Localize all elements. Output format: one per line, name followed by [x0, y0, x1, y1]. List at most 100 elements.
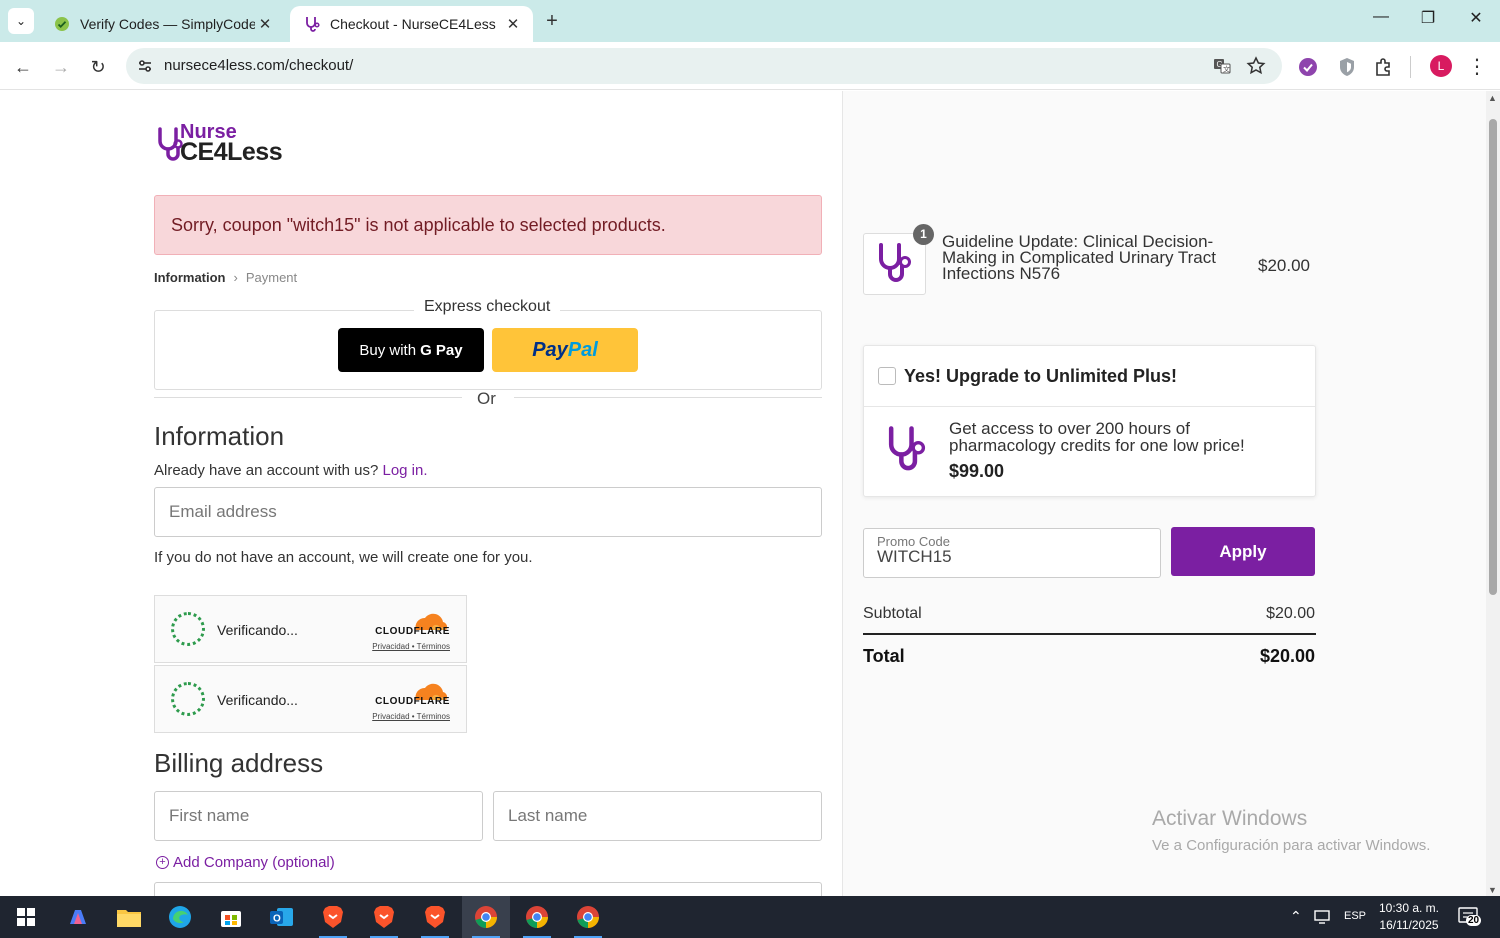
quantity-badge: 1	[913, 224, 934, 245]
tray-chevron-up-icon[interactable]: ⌃	[1290, 908, 1302, 925]
browser-menu-icon[interactable]: ⋮	[1466, 56, 1488, 78]
scrollbar-thumb[interactable]	[1489, 119, 1497, 595]
scroll-down-icon[interactable]: ▼	[1488, 885, 1497, 895]
paypal-button[interactable]: Pay Pal	[492, 328, 638, 372]
svg-text:O: O	[273, 914, 281, 925]
express-checkout-box	[154, 310, 822, 390]
new-tab-button[interactable]: +	[540, 10, 564, 33]
tab-search-menu-icon[interactable]: ⌄	[8, 8, 34, 34]
stethoscope-favicon-icon	[306, 17, 320, 32]
upsell-price: $99.00	[949, 461, 1005, 481]
cloudflare-turnstile[interactable]: Verificando... CLOUDFLARE Privacidad • T…	[154, 665, 467, 733]
chrome-icon[interactable]	[564, 896, 612, 938]
toolbar-divider	[1410, 56, 1411, 78]
extensions-puzzle-icon[interactable]	[1373, 56, 1395, 78]
spinner-icon	[171, 682, 205, 716]
site-info-icon[interactable]	[136, 57, 154, 75]
translate-icon[interactable]: G文	[1212, 56, 1232, 76]
language-indicator[interactable]: ESP	[1344, 910, 1366, 922]
back-icon[interactable]: ←	[10, 54, 36, 80]
browser-toolbar: ← → ↻ nursece4less.com/checkout/ G文 ⋮	[0, 42, 1500, 90]
cloudflare-links[interactable]: Privacidad • Términos	[372, 642, 450, 651]
outlook-icon[interactable]: O	[258, 896, 306, 938]
subtotal-label: Subtotal	[863, 605, 922, 622]
scroll-up-icon[interactable]: ▲	[1488, 93, 1497, 103]
cloudflare-turnstile[interactable]: Verificando... CLOUDFLARE Privacidad • T…	[154, 595, 467, 663]
upgrade-checkbox[interactable]	[878, 367, 896, 385]
product-price: $20.00	[1258, 256, 1310, 275]
clock-date: 16/11/2025	[1379, 918, 1439, 932]
simplycodes-favicon-icon	[55, 17, 69, 31]
taskbar-clock[interactable]: 10:30 a. m. 16/11/2025	[1376, 900, 1442, 934]
tab-close-icon[interactable]: ✕	[255, 15, 275, 33]
file-explorer-icon[interactable]	[105, 896, 153, 938]
tab-title: Verify Codes — SimplyCodes	[80, 16, 255, 32]
stethoscope-icon	[888, 426, 926, 471]
edge-icon[interactable]	[156, 896, 204, 938]
watermark-subtitle: Ve a Configuración para activar Windows.	[1152, 837, 1431, 854]
forward-icon[interactable]: →	[48, 54, 74, 80]
address-field[interactable]	[154, 882, 822, 896]
checkout-page: Nurse CE4Less Sorry, coupon "witch15" is…	[0, 91, 1486, 896]
express-checkout-title: Express checkout	[414, 298, 561, 316]
upsell-card: Yes! Upgrade to Unlimited Plus! Get acce…	[863, 345, 1316, 497]
email-field[interactable]: Email address	[154, 487, 822, 537]
page-scrollbar[interactable]: ▲ ▼	[1486, 91, 1500, 896]
gpay-logo-text: G Pay	[420, 341, 463, 359]
stethoscope-icon	[878, 243, 911, 282]
apply-button[interactable]: Apply	[1171, 527, 1315, 576]
information-heading: Information	[154, 421, 285, 451]
subtotal-value: $20.00	[1266, 605, 1315, 622]
breadcrumb-payment: Payment	[245, 270, 298, 285]
microsoft-store-icon[interactable]	[207, 896, 255, 938]
simplycodes-extension-icon[interactable]	[1297, 56, 1319, 78]
or-text: Or	[477, 389, 496, 408]
first-name-field[interactable]: First name	[154, 791, 483, 841]
promo-code-value: WITCH15	[877, 547, 952, 566]
summary-divider	[863, 633, 1316, 635]
paypal-logo-pal: Pal	[567, 338, 598, 361]
brave-browser-icon[interactable]	[411, 896, 459, 938]
login-link[interactable]: Log in.	[382, 462, 427, 479]
upsell-description: Get access to over 200 hours of pharmaco…	[949, 419, 1245, 455]
cloudflare-links[interactable]: Privacidad • Términos	[372, 712, 450, 721]
notification-count: 20	[1466, 915, 1482, 926]
google-pay-button[interactable]: Buy with G Pay	[338, 328, 484, 372]
login-prompt-text: Already have an account with us?	[154, 462, 379, 479]
subtotal-row: Subtotal $20.00	[863, 605, 1315, 623]
clock-time: 10:30 a. m.	[1378, 901, 1440, 915]
cloudflare-brand: CLOUDFLARE	[375, 626, 450, 637]
paypal-logo-pay: Pay	[532, 338, 568, 361]
minimize-icon[interactable]: —	[1366, 8, 1396, 26]
chevron-right-icon: ›	[233, 270, 238, 285]
site-logo[interactable]: Nurse CE4Less	[156, 121, 296, 167]
brave-browser-icon[interactable]	[309, 896, 357, 938]
total-value: $20.00	[1259, 646, 1315, 666]
notification-center-icon[interactable]: 20	[1458, 907, 1482, 927]
tab-verify-codes[interactable]: Verify Codes — SimplyCodes ✕	[40, 6, 285, 42]
tab-checkout[interactable]: Checkout - NurseCE4Less ✕	[290, 6, 533, 42]
bookmark-star-icon[interactable]	[1246, 56, 1266, 76]
spinner-icon	[171, 612, 205, 646]
add-company-link[interactable]: + Add Company (optional)	[156, 854, 335, 871]
tab-close-icon[interactable]: ✕	[503, 15, 523, 33]
upgrade-checkbox-label[interactable]: Yes! Upgrade to Unlimited Plus!	[904, 366, 1177, 387]
last-name-field[interactable]: Last name	[493, 791, 822, 841]
chrome-icon[interactable]	[462, 896, 510, 938]
breadcrumb: Information › Payment	[154, 270, 297, 285]
chrome-icon[interactable]	[513, 896, 561, 938]
brave-browser-icon[interactable]	[360, 896, 408, 938]
copilot-icon[interactable]	[54, 896, 102, 938]
network-icon[interactable]	[1313, 909, 1333, 925]
close-window-icon[interactable]: ✕	[1461, 8, 1491, 28]
tab-title: Checkout - NurseCE4Less	[330, 16, 496, 32]
browser-tabbar: ⌄ Verify Codes — SimplyCodes ✕ Checkout …	[0, 0, 1500, 42]
shield-extension-icon[interactable]	[1336, 56, 1358, 78]
reload-icon[interactable]: ↻	[85, 54, 111, 80]
restore-icon[interactable]: ❐	[1413, 8, 1443, 28]
promo-code-input[interactable]: Promo Code WITCH15	[863, 528, 1161, 578]
start-menu-icon[interactable]	[2, 896, 50, 938]
profile-avatar[interactable]: L	[1430, 55, 1452, 77]
breadcrumb-information[interactable]: Information	[154, 270, 226, 285]
address-bar[interactable]: nursece4less.com/checkout/ G文	[126, 48, 1282, 84]
